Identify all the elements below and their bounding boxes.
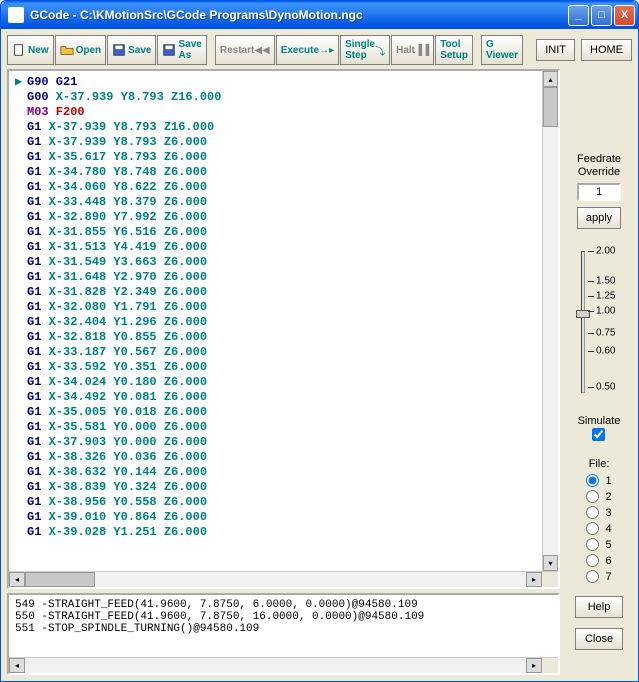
file-radio-6[interactable] <box>586 554 599 567</box>
pause-icon: ▐▐ <box>415 45 429 56</box>
help-button[interactable]: Help <box>575 596 623 618</box>
app-icon <box>8 7 24 23</box>
file-radio-5[interactable] <box>586 538 599 551</box>
scroll-left-button[interactable]: ◂ <box>9 572 25 587</box>
save-icon <box>112 43 126 57</box>
scroll-thumb[interactable] <box>543 87 558 127</box>
simulate-checkbox[interactable] <box>592 428 605 441</box>
new-button[interactable]: New <box>7 35 54 65</box>
toolbar: New Open Save Save As Restart◀◀ Execute→… <box>1 29 638 69</box>
minimize-button[interactable]: _ <box>568 5 589 26</box>
halt-button[interactable]: Halt▐▐ <box>391 35 434 65</box>
singlestep-button[interactable]: Single Step⤵ <box>340 35 390 65</box>
apply-button[interactable]: apply <box>577 207 621 229</box>
app-window: GCode - C:\KMotionSrc\GCode Programs\Dyn… <box>0 0 639 682</box>
saveas-icon <box>162 43 176 57</box>
new-icon <box>12 43 26 57</box>
file-label: File: <box>586 458 611 471</box>
simulate-label: Simulate <box>578 415 621 428</box>
file-radio-2[interactable] <box>586 490 599 503</box>
horizontal-scrollbar[interactable]: ◂ ▸ <box>9 571 558 587</box>
file-radio-1[interactable] <box>586 474 599 487</box>
open-icon <box>60 43 74 57</box>
log-horizontal-scrollbar[interactable]: ◂ ▸ <box>9 657 558 673</box>
scroll-down-button[interactable]: ▾ <box>543 555 558 571</box>
file-radio-3[interactable] <box>586 506 599 519</box>
open-button[interactable]: Open <box>55 35 107 65</box>
file-radio-7[interactable] <box>586 570 599 583</box>
scroll-right-button[interactable]: ▸ <box>526 572 542 587</box>
init-button[interactable]: INIT <box>536 39 575 61</box>
restart-button[interactable]: Restart◀◀ <box>215 35 275 65</box>
scroll-up-button[interactable]: ▴ <box>543 71 558 87</box>
feedrate-label: Feedrate <box>577 153 621 166</box>
file-radio-4[interactable] <box>586 522 599 535</box>
gviewer-button[interactable]: G Viewer <box>481 35 523 65</box>
play-icon: →▸ <box>319 45 334 56</box>
override-label: Override <box>578 166 620 179</box>
close-button[interactable]: X <box>614 5 635 26</box>
code-editor[interactable]: ▶G90 G21 G00 X-37.939 Y8.793 Z16.000 M03… <box>7 69 560 589</box>
titlebar[interactable]: GCode - C:\KMotionSrc\GCode Programs\Dyn… <box>1 1 638 29</box>
step-icon: ⤵ <box>375 43 385 58</box>
maximize-button[interactable]: □ <box>591 5 612 26</box>
feedrate-slider[interactable]: 2.001.501.251.000.750.600.50 <box>576 247 622 397</box>
save-button[interactable]: Save <box>107 35 156 65</box>
vertical-scrollbar[interactable]: ▴ ▾ <box>542 71 558 571</box>
window-title: GCode - C:\KMotionSrc\GCode Programs\Dyn… <box>28 8 568 22</box>
side-panel: Feedrate Override 1 apply 2.001.501.251.… <box>566 69 632 675</box>
close-dialog-button[interactable]: Close <box>575 628 623 650</box>
execute-button[interactable]: Execute→▸ <box>276 35 339 65</box>
override-input[interactable]: 1 <box>577 183 621 201</box>
saveas-button[interactable]: Save As <box>157 35 206 65</box>
log-panel[interactable]: 549 -STRAIGHT_FEED(41.9600, 7.8750, 6.00… <box>7 593 560 675</box>
toolsetup-button[interactable]: Tool Setup <box>435 35 473 65</box>
home-button[interactable]: HOME <box>581 39 632 61</box>
hscroll-thumb[interactable] <box>25 572 95 587</box>
